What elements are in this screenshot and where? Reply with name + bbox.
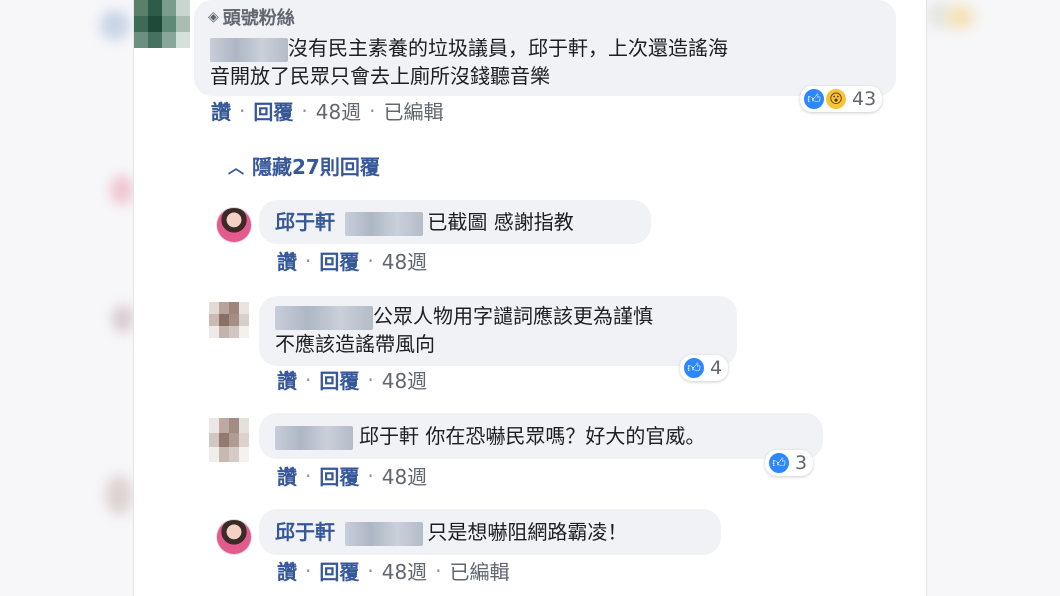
blurred-shape — [945, 5, 975, 29]
separator: · — [239, 98, 246, 123]
separator: · — [305, 367, 312, 392]
chevron-up-icon: ︿ — [228, 157, 245, 177]
reply-actions: 讚 · 回覆 · 48週 — [277, 365, 427, 394]
reply-text: 只是想嚇阻網路霸凌！ — [427, 520, 628, 544]
reaction-count: 3 — [795, 452, 808, 474]
comment-bubble: ◈ 頭號粉絲 沒有民主素養的垃圾議員，邱于軒，上次還造謠海 音開放了民眾只會去上… — [194, 0, 896, 96]
comment-text-line: 音開放了民眾只會去上廁所沒錢聽音樂 — [210, 64, 550, 88]
badge-label: 頭號粉絲 — [222, 8, 295, 29]
separator: · — [305, 248, 312, 273]
like-link[interactable]: 讚 — [277, 365, 297, 394]
separator: · — [367, 367, 374, 392]
separator: · — [435, 558, 442, 583]
blurred-shape — [110, 175, 134, 205]
reply-bubble: 邱于軒 已截圖 感謝指教 — [259, 200, 651, 244]
blurred-shape — [100, 10, 130, 40]
avatar[interactable] — [216, 519, 252, 555]
like-reaction-icon: 👍︎ — [682, 356, 706, 380]
reply-bubble: 邱于軒 只是想嚇阻網路霸凌！ — [259, 509, 721, 555]
reply-bubble: 公眾人物用字譴詞應該更為謹慎 不應該造謠帶風向 — [259, 296, 737, 366]
redacted-name — [275, 425, 353, 450]
redacted-name — [345, 521, 424, 546]
reaction-summary[interactable]: 👍︎ 3 — [765, 450, 814, 476]
reaction-summary[interactable]: 👍︎ 4 — [680, 355, 729, 381]
blurred-shape — [105, 475, 133, 515]
top-fan-badge[interactable]: ◈ 頭號粉絲 — [208, 4, 295, 30]
edited-label[interactable]: 已編輯 — [450, 556, 510, 585]
reaction-count: 43 — [852, 88, 877, 110]
separator: · — [301, 98, 308, 123]
timestamp-link[interactable]: 48週 — [382, 461, 427, 490]
redacted-name — [275, 305, 373, 330]
reply-link[interactable]: 回覆 — [319, 365, 359, 394]
fan-badge-icon: ◈ — [208, 9, 219, 25]
reply-text-line: 公眾人物用字譴詞應該更為謹慎 — [373, 304, 653, 328]
timestamp-link[interactable]: 48週 — [382, 246, 427, 275]
redacted-name — [345, 211, 424, 236]
reply-link[interactable]: 回覆 — [319, 556, 359, 585]
timestamp-link[interactable]: 48週 — [382, 365, 427, 394]
reply-actions: 讚 · 回覆 · 48週 · 已編輯 — [277, 556, 510, 585]
pixelated-avatar — [134, 0, 190, 48]
reply-text: 已截圖 感謝指教 — [427, 210, 574, 234]
reply-link[interactable]: 回覆 — [319, 461, 359, 490]
separator: · — [305, 463, 312, 488]
comment-thread-panel: ◈ 頭號粉絲 沒有民主素養的垃圾議員，邱于軒，上次還造謠海 音開放了民眾只會去上… — [133, 0, 927, 596]
avatar[interactable] — [216, 207, 252, 243]
timestamp-link[interactable]: 48週 — [382, 556, 427, 585]
reply-actions: 讚 · 回覆 · 48週 — [277, 461, 427, 490]
like-reaction-icon: 👍︎ — [767, 451, 791, 475]
separator: · — [367, 248, 374, 273]
wow-reaction-icon: 😮︎ — [824, 87, 848, 111]
reply-text-line: 不應該造謠帶風向 — [275, 332, 435, 356]
author-name[interactable]: 邱于軒 — [275, 210, 335, 234]
blurred-background-left — [0, 0, 134, 596]
comment-actions: 讚 · 回覆 · 48週 · 已編輯 — [211, 96, 444, 125]
reply-actions: 讚 · 回覆 · 48週 — [277, 246, 427, 275]
edited-label[interactable]: 已編輯 — [384, 96, 444, 125]
like-link[interactable]: 讚 — [211, 96, 231, 125]
like-link[interactable]: 讚 — [277, 461, 297, 490]
separator: · — [305, 558, 312, 583]
separator: · — [369, 98, 376, 123]
author-name[interactable]: 邱于軒 — [275, 520, 335, 544]
comment-text: 沒有民主素養的垃圾議員，邱于軒，上次還造謠海 音開放了民眾只會去上廁所沒錢聽音樂 — [210, 34, 728, 90]
like-reaction-icon: 👍︎ — [802, 87, 826, 111]
like-link[interactable]: 讚 — [277, 246, 297, 275]
reaction-count: 4 — [710, 357, 723, 379]
blurred-shape — [112, 305, 134, 333]
reply-link[interactable]: 回覆 — [319, 246, 359, 275]
like-link[interactable]: 讚 — [277, 556, 297, 585]
pixelated-avatar — [209, 418, 249, 462]
reaction-summary[interactable]: 👍︎ 😮︎ 43 — [800, 86, 883, 112]
redacted-name — [210, 37, 288, 62]
hide-replies-link[interactable]: ︿ 隱藏27則回覆 — [228, 151, 380, 180]
comment-text-line: 沒有民主素養的垃圾議員，邱于軒，上次還造謠海 — [288, 36, 728, 60]
hide-replies-label: 隱藏27則回覆 — [252, 155, 380, 179]
reply-text: 邱于軒 你在恐嚇民眾嗎？好大的官威。 — [359, 424, 706, 448]
reply-link[interactable]: 回覆 — [253, 96, 293, 125]
pixelated-avatar — [209, 302, 249, 338]
separator: · — [367, 558, 374, 583]
blurred-background-right — [925, 0, 1060, 596]
timestamp-link[interactable]: 48週 — [316, 96, 361, 125]
reply-bubble: 邱于軒 你在恐嚇民眾嗎？好大的官威。 — [259, 413, 823, 459]
separator: · — [367, 463, 374, 488]
